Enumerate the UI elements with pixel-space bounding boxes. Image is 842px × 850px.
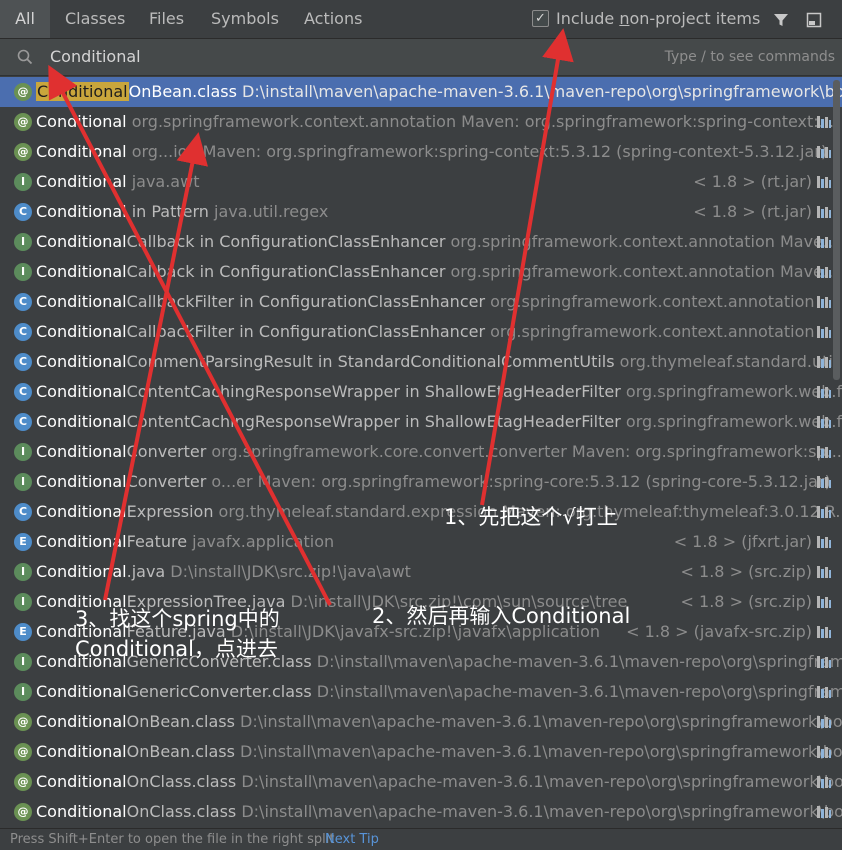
arrow-to-checkbox <box>480 28 574 506</box>
arrow-to-spring-conditional <box>103 132 208 601</box>
arrow-to-search <box>48 64 332 606</box>
annotation-arrows <box>48 28 574 606</box>
annotation-step-3-line1: 3、找这个spring中的 <box>75 607 280 631</box>
annotation-step-2: 2、然后再输入Conditional <box>372 604 631 628</box>
annotation-step-3-line2: Conditional，点进去 <box>75 637 278 661</box>
annotation-step-1: 1、先把这个√打上 <box>444 505 618 529</box>
